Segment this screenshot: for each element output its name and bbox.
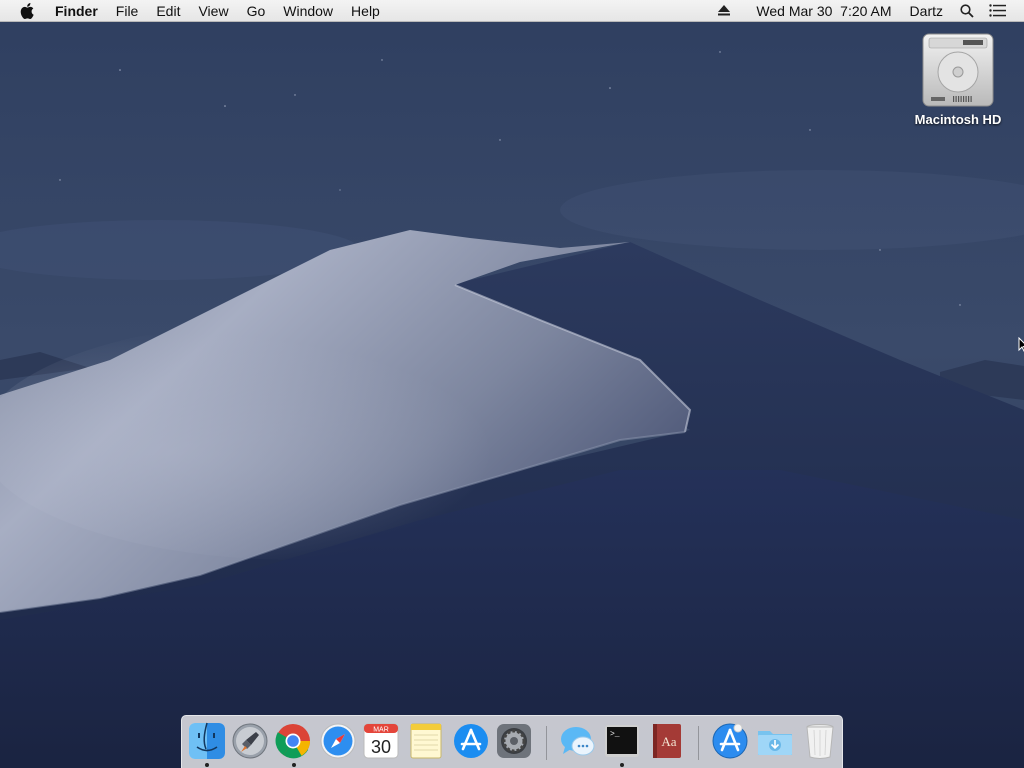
finder-icon[interactable] — [188, 722, 226, 760]
terminal-running-indicator — [620, 763, 624, 767]
macintosh-hd-desktop-item[interactable]: Macintosh HD — [905, 32, 1011, 127]
trash-icon[interactable] — [801, 722, 839, 760]
menu-help[interactable]: Help — [342, 0, 389, 22]
downloads-folder-icon[interactable] — [756, 722, 794, 760]
messages-icon[interactable] — [559, 722, 597, 760]
terminal-icon[interactable]: >_ — [603, 722, 641, 760]
finder-running-indicator — [205, 763, 209, 767]
macintosh-hd-label: Macintosh HD — [914, 112, 1002, 127]
mouse-cursor — [1018, 336, 1024, 358]
menu-window[interactable]: Window — [274, 0, 342, 22]
menu-bar: Finder File Edit View Go Window Help Wed… — [0, 0, 1024, 22]
dictionary-aa-text: Aa — [661, 734, 676, 749]
dock-separator — [546, 726, 547, 760]
menu-clock[interactable]: Wed Mar 30 7:20 AM — [747, 0, 900, 22]
notes-icon[interactable] — [407, 722, 445, 760]
calendar-month-text: MAR — [373, 727, 389, 734]
eject-icon[interactable] — [713, 0, 735, 22]
terminal-prompt-text: >_ — [610, 730, 620, 739]
menu-edit[interactable]: Edit — [147, 0, 189, 22]
hard-drive-icon — [922, 33, 994, 107]
dock: MAR 30 >_ Aa — [181, 715, 843, 768]
chrome-running-indicator — [292, 763, 296, 767]
menu-view[interactable]: View — [189, 0, 237, 22]
system-preferences-icon[interactable] — [495, 722, 533, 760]
applications-folder-icon[interactable] — [711, 722, 749, 760]
app-store-icon[interactable] — [452, 722, 490, 760]
menu-file[interactable]: File — [107, 0, 148, 22]
launchpad-icon[interactable] — [231, 722, 269, 760]
spotlight-search-icon[interactable] — [956, 0, 978, 22]
user-menu[interactable]: Dartz — [901, 0, 952, 22]
desktop-wallpaper — [0, 0, 1024, 768]
apple-icon[interactable] — [0, 0, 46, 22]
safari-icon[interactable] — [319, 722, 357, 760]
dock-separator — [698, 726, 699, 760]
app-name-menu[interactable]: Finder — [46, 0, 107, 22]
menu-go[interactable]: Go — [238, 0, 275, 22]
calendar-icon[interactable]: MAR 30 — [362, 722, 400, 760]
notification-center-icon[interactable] — [986, 0, 1008, 22]
chrome-icon[interactable] — [274, 722, 312, 760]
dictionary-icon[interactable]: Aa — [648, 722, 686, 760]
calendar-day-text: 30 — [371, 737, 391, 757]
